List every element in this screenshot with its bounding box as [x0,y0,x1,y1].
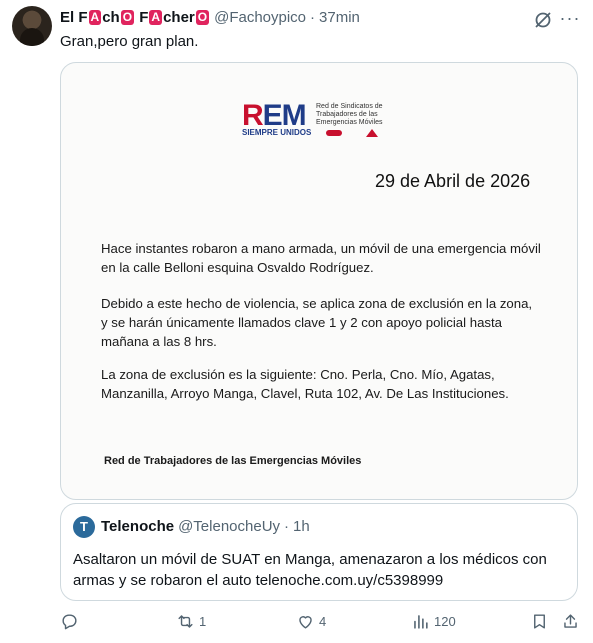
views-icon [414,615,428,629]
quote-display-name[interactable]: Telenoche [101,518,174,535]
document-paragraph: Debido a este hecho de violencia, se apl… [101,296,533,349]
share-icon [564,614,577,628]
display-name-badge-letter: A [149,10,163,25]
author-avatar[interactable] [12,6,52,46]
display-name-badge-letter: O [120,10,135,25]
like-count: 4 [319,614,327,629]
separator-dot: · [284,518,290,535]
logo-subtitle: SIEMPRE UNIDOS [242,128,312,137]
reply-button[interactable] [60,612,83,631]
display-name-badge-letter: A [88,10,102,25]
quote-timestamp: 1h [293,518,310,535]
display-name-part: ch [102,9,120,26]
quoted-tweet[interactable]: T Telenoche @TelenocheUy · 1h Asaltaron … [60,503,578,601]
retweet-icon [178,615,193,628]
logo-emblem [366,129,378,137]
display-name[interactable]: El F A ch O F A cher O [60,9,210,26]
display-name-part: El F [60,9,88,26]
author-handle[interactable]: @Fachoypico [214,9,306,26]
avatar-figure [20,28,44,46]
retweet-count: 1 [199,614,207,629]
quote-handle[interactable]: @TelenocheUy [178,518,280,535]
rem-logo: REM SIEMPRE UNIDOS Red de Sindicatos de … [242,101,412,141]
tweet-image[interactable]: REM SIEMPRE UNIDOS Red de Sindicatos de … [60,62,578,500]
more-options-icon[interactable]: ··· [559,8,581,30]
tweet-timestamp[interactable]: 37min [319,9,360,26]
logo-emblem [326,130,342,136]
document-signature: Red de Trabajadores de las Emergencias M… [104,455,362,467]
heart-icon [299,616,312,629]
grok-icon[interactable] [533,10,553,30]
views-button[interactable]: 120 [411,612,456,631]
views-count: 120 [434,614,456,629]
document-paragraph: La zona de exclusión es la siguiente: Cn… [101,367,509,401]
tweet-text: Gran,pero gran plan. [60,33,199,50]
quote-text: Asaltaron un móvil de SUAT en Manga, ame… [73,551,547,589]
bookmark-button[interactable] [530,612,549,631]
reply-icon [62,614,77,630]
display-name-part: cher [163,9,195,26]
separator-dot: · [310,9,316,26]
action-bar: 1 4 120 [60,612,580,636]
document-date: 29 de Abril de 2026 [375,171,531,191]
logo-organization: Red de Sindicatos de Trabajadores de las… [316,103,383,126]
share-button[interactable] [561,612,580,631]
quote-header: Telenoche @TelenocheUy · 1h [101,518,310,535]
bookmark-icon [534,614,545,629]
tweet-header: El F A ch O F A cher O @Fachoypico · 37m… [60,9,360,26]
display-name-badge-letter: O [195,10,210,25]
retweet-button[interactable]: 1 [176,612,206,631]
display-name-part: F [135,9,149,26]
logo-letters: REM [242,99,307,132]
document-paragraph: Hace instantes robaron a mano armada, un… [101,241,541,275]
quote-avatar[interactable]: T [73,516,95,538]
like-button[interactable]: 4 [296,612,326,631]
